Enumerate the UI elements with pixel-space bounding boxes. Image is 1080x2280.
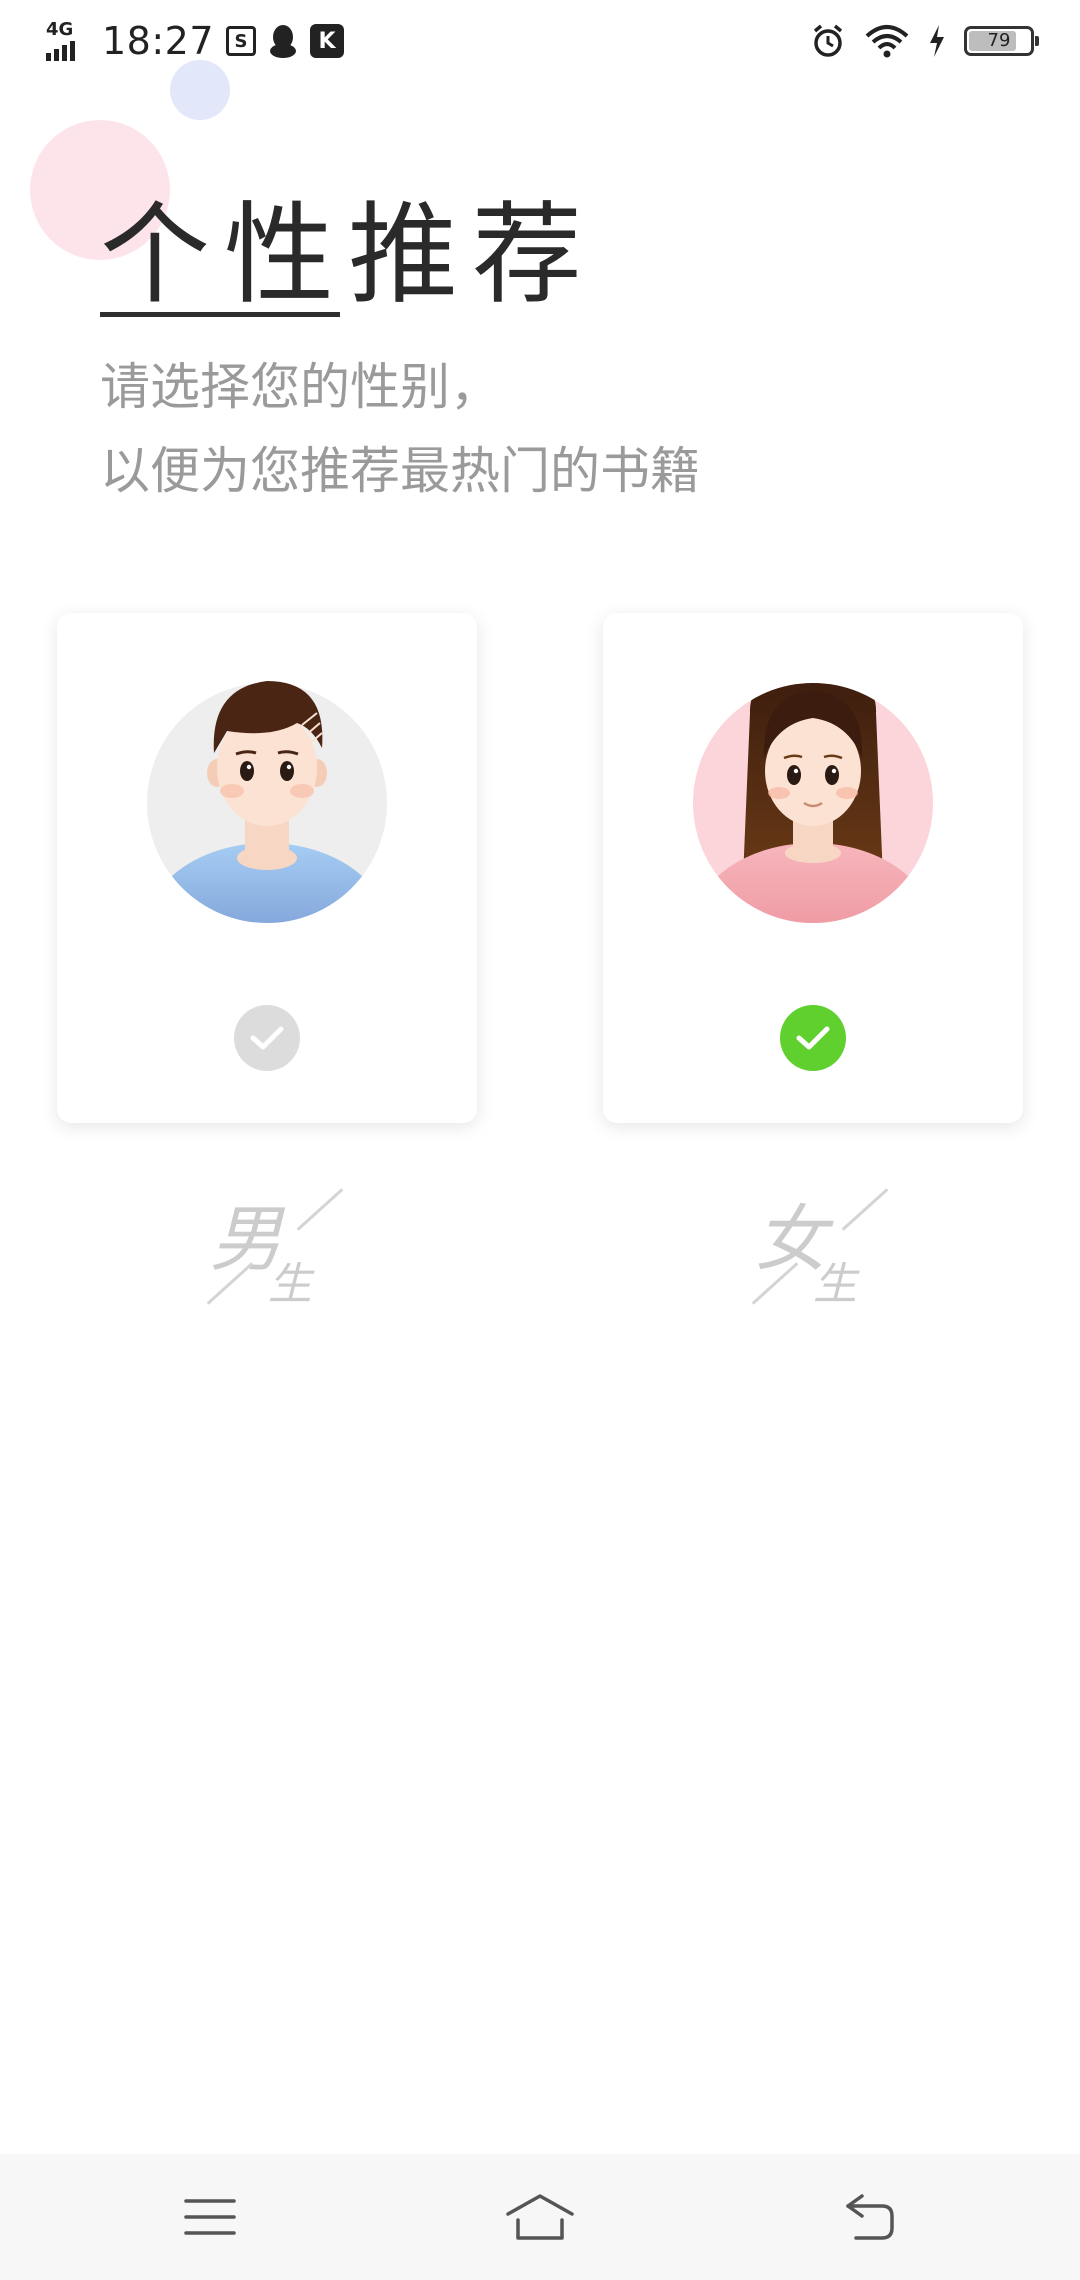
signal-icon: 4G bbox=[46, 19, 90, 61]
page-title: 个性推荐 bbox=[100, 191, 596, 319]
male-label[interactable]: 男 生 bbox=[200, 1180, 400, 1320]
female-avatar bbox=[693, 683, 933, 923]
page-subtitle: 请选择您的性别， 以便为您推荐最热门的书籍 bbox=[100, 345, 700, 513]
home-icon[interactable] bbox=[500, 2184, 580, 2250]
male-check-icon[interactable] bbox=[234, 1005, 300, 1071]
status-bar: 4G 18:27 S K 79 bbox=[0, 0, 1080, 80]
qq-icon bbox=[270, 25, 297, 58]
decor-circle-blue bbox=[170, 60, 230, 120]
alarm-icon bbox=[813, 24, 843, 57]
status-time: 18:27 bbox=[102, 19, 215, 63]
male-option-card[interactable] bbox=[57, 613, 477, 1123]
subtitle-line-1: 请选择您的性别， bbox=[100, 358, 500, 416]
charging-icon bbox=[930, 25, 944, 57]
gender-select-screen: 4G 18:27 S K 79 个性推荐 请选择您的性别， 以便为您推荐最热门的… bbox=[0, 0, 1080, 2280]
menu-icon[interactable] bbox=[170, 2184, 250, 2250]
label-slash bbox=[296, 1188, 344, 1231]
label-slash bbox=[841, 1188, 889, 1231]
male-label-small: 生 bbox=[268, 1259, 312, 1310]
battery-icon: 79 bbox=[964, 26, 1039, 56]
s-box-icon: S bbox=[226, 26, 257, 56]
subtitle-line-2: 以便为您推荐最热门的书籍 bbox=[100, 442, 700, 500]
k-app-icon: K bbox=[310, 24, 345, 58]
male-avatar bbox=[147, 681, 387, 923]
female-check-icon[interactable] bbox=[780, 1005, 846, 1071]
back-icon[interactable] bbox=[830, 2184, 910, 2250]
navigation-bar bbox=[0, 2154, 1080, 2280]
wifi-icon bbox=[865, 25, 909, 58]
title-underline bbox=[100, 312, 340, 317]
female-option-card[interactable] bbox=[603, 613, 1023, 1123]
female-label[interactable]: 女 生 bbox=[745, 1180, 945, 1320]
female-label-small: 生 bbox=[813, 1259, 857, 1310]
